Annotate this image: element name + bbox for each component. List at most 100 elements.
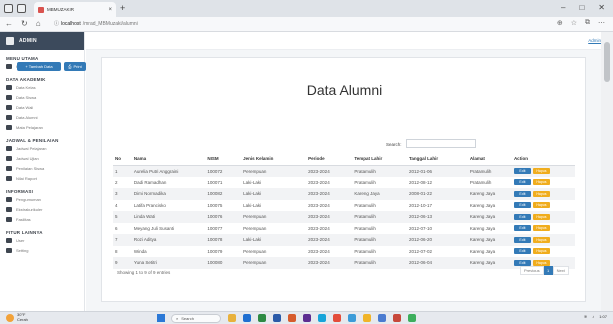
folder-icon[interactable] [363, 314, 371, 322]
taskbar-search[interactable]: ⌕ Search [171, 314, 221, 323]
sidebar-item[interactable]: Ekstrakurikuler [0, 204, 84, 214]
table-cell: 100079 [207, 248, 223, 254]
more-icon[interactable]: ⋯ [598, 19, 605, 27]
sidebar-item[interactable]: Jadwal Pelajaran [0, 143, 84, 153]
table-row: 4 Latifa Prancisko 100075 Laki-Laki 2023-202… [113, 200, 575, 212]
close-window-button[interactable]: ✕ [598, 3, 605, 12]
column-header[interactable]: Nama [131, 152, 206, 166]
brand-bar[interactable]: ADMIN [0, 32, 84, 50]
home-nav-icon[interactable]: ⌂ [36, 19, 41, 28]
column-header[interactable]: No [113, 152, 132, 166]
tab-title: MBMUZAKIR [47, 7, 74, 12]
powerpoint-icon[interactable] [288, 314, 296, 322]
table-cell: 2023-2024 [306, 165, 353, 177]
pagination-next[interactable]: Next [552, 266, 569, 275]
sidebar-item[interactable]: Mata Pelajaran [0, 122, 84, 132]
mail-icon[interactable] [348, 314, 356, 322]
media-icon[interactable] [393, 314, 401, 322]
delete-button[interactable]: Hapus [532, 248, 550, 255]
column-header[interactable]: Tempat Lahir [352, 152, 407, 166]
close-tab-icon[interactable]: × [108, 7, 112, 13]
pagination-previous[interactable]: Previous [520, 266, 544, 275]
report-icon [6, 175, 12, 181]
edit-button[interactable]: Edit [513, 168, 531, 174]
user-link[interactable]: Admin [588, 38, 601, 43]
sidebar-item[interactable]: Penilaian Siswa [0, 163, 84, 173]
chrome-icon[interactable] [333, 314, 341, 322]
clock[interactable]: 1:07 [599, 314, 607, 319]
workspaces-icon[interactable] [17, 4, 26, 13]
delete-button[interactable]: Hapus [532, 236, 550, 243]
table-row: 5 Linda Wati 100076 Perempuan 2023-2024 Prata… [113, 211, 575, 223]
delete-button[interactable]: Hapus [532, 168, 550, 174]
teams-icon[interactable] [303, 314, 311, 322]
column-header[interactable]: Periode [306, 152, 353, 166]
settings-app-icon[interactable] [378, 314, 386, 322]
table-cell: 9 [113, 257, 132, 269]
volume-icon[interactable]: ♪ [592, 314, 594, 319]
edit-button[interactable]: Edit [513, 248, 531, 255]
delete-button[interactable]: Hapus [532, 190, 550, 197]
favorite-icon[interactable]: ☆ [571, 19, 577, 27]
scrollbar-thumb[interactable] [604, 42, 610, 82]
edit-button[interactable]: Edit [513, 259, 531, 266]
sidebar-item[interactable]: Data Siswa [0, 92, 84, 102]
reload-icon[interactable]: ↻ [21, 19, 28, 28]
store-icon[interactable] [318, 314, 326, 322]
delete-button[interactable]: Hapus [532, 202, 550, 209]
sidebar-item[interactable]: Data Kelas [0, 82, 84, 92]
sidebar-item[interactable]: Nilai Raport [0, 173, 84, 183]
table-cell: Rozi Aditya [131, 234, 206, 246]
column-header[interactable]: Tanggal Lahir [406, 152, 468, 166]
search-input[interactable] [406, 139, 476, 148]
column-header[interactable]: Jenis Kelamin [241, 152, 307, 166]
column-header[interactable]: NISM [205, 152, 242, 166]
url-host: localhost [61, 20, 81, 27]
windows-start-icon[interactable] [157, 314, 165, 322]
page-scrollbar[interactable] [601, 32, 613, 311]
maximize-button[interactable]: □ [579, 3, 584, 12]
add-data-button[interactable]: + Tambah Data [17, 62, 61, 71]
column-header[interactable]: Alamat [467, 152, 512, 166]
table-cell: 2012-07-10 [408, 225, 432, 231]
edit-button[interactable]: Edit [513, 179, 531, 186]
url-field[interactable]: ⓘ localhost/mrad_MBMuzaki/alumni [54, 20, 138, 28]
word-icon[interactable] [273, 314, 281, 322]
browser-tab[interactable]: MBMUZAKIR × [34, 2, 116, 17]
grade-icon [6, 165, 12, 171]
delete-button[interactable]: Hapus [532, 259, 550, 266]
app-icon[interactable] [408, 314, 416, 322]
edit-button[interactable]: Edit [513, 225, 531, 232]
edit-button[interactable]: Edit [513, 236, 531, 243]
sidebar-item[interactable]: Pengumuman [0, 194, 84, 204]
search-label: Search: [386, 142, 402, 147]
sidebar-item[interactable]: User [0, 235, 84, 245]
sidebar-item[interactable]: Jadwal Ujian [0, 153, 84, 163]
row-actions: Edit Hapus [513, 202, 550, 209]
print-button[interactable]: ⎙ Print [64, 62, 86, 71]
edge-icon[interactable] [243, 314, 251, 322]
delete-button[interactable]: Hapus [532, 213, 550, 220]
file-explorer-icon[interactable] [228, 314, 236, 322]
new-tab-button[interactable]: + [120, 3, 125, 13]
profile-icon[interactable] [4, 4, 13, 13]
weather-widget[interactable]: 30°F Cerah [6, 312, 28, 322]
edit-button[interactable]: Edit [513, 190, 531, 197]
zoom-icon[interactable]: ⊕ [557, 19, 563, 27]
column-header[interactable]: Action [511, 152, 575, 166]
pagination-page-1[interactable]: 1 [543, 266, 553, 275]
delete-button[interactable]: Hapus [532, 179, 550, 186]
wifi-icon[interactable]: ≋ [584, 314, 587, 319]
delete-button[interactable]: Hapus [532, 225, 550, 232]
sidebar-item[interactable]: Data Alumni [0, 112, 84, 122]
edit-button[interactable]: Edit [513, 213, 531, 220]
sidebar-item[interactable]: Data Wali [0, 102, 84, 112]
sidebar-item[interactable]: Fasilitas [0, 214, 84, 224]
back-icon[interactable]: ← [5, 19, 13, 28]
minimize-button[interactable]: – [561, 3, 565, 12]
sidebar-item[interactable]: Setting [0, 245, 84, 255]
collections-icon[interactable]: ⧉ [585, 19, 590, 27]
edit-button[interactable]: Edit [513, 202, 531, 209]
excel-icon[interactable] [258, 314, 266, 322]
table-cell: 4 [115, 202, 118, 208]
